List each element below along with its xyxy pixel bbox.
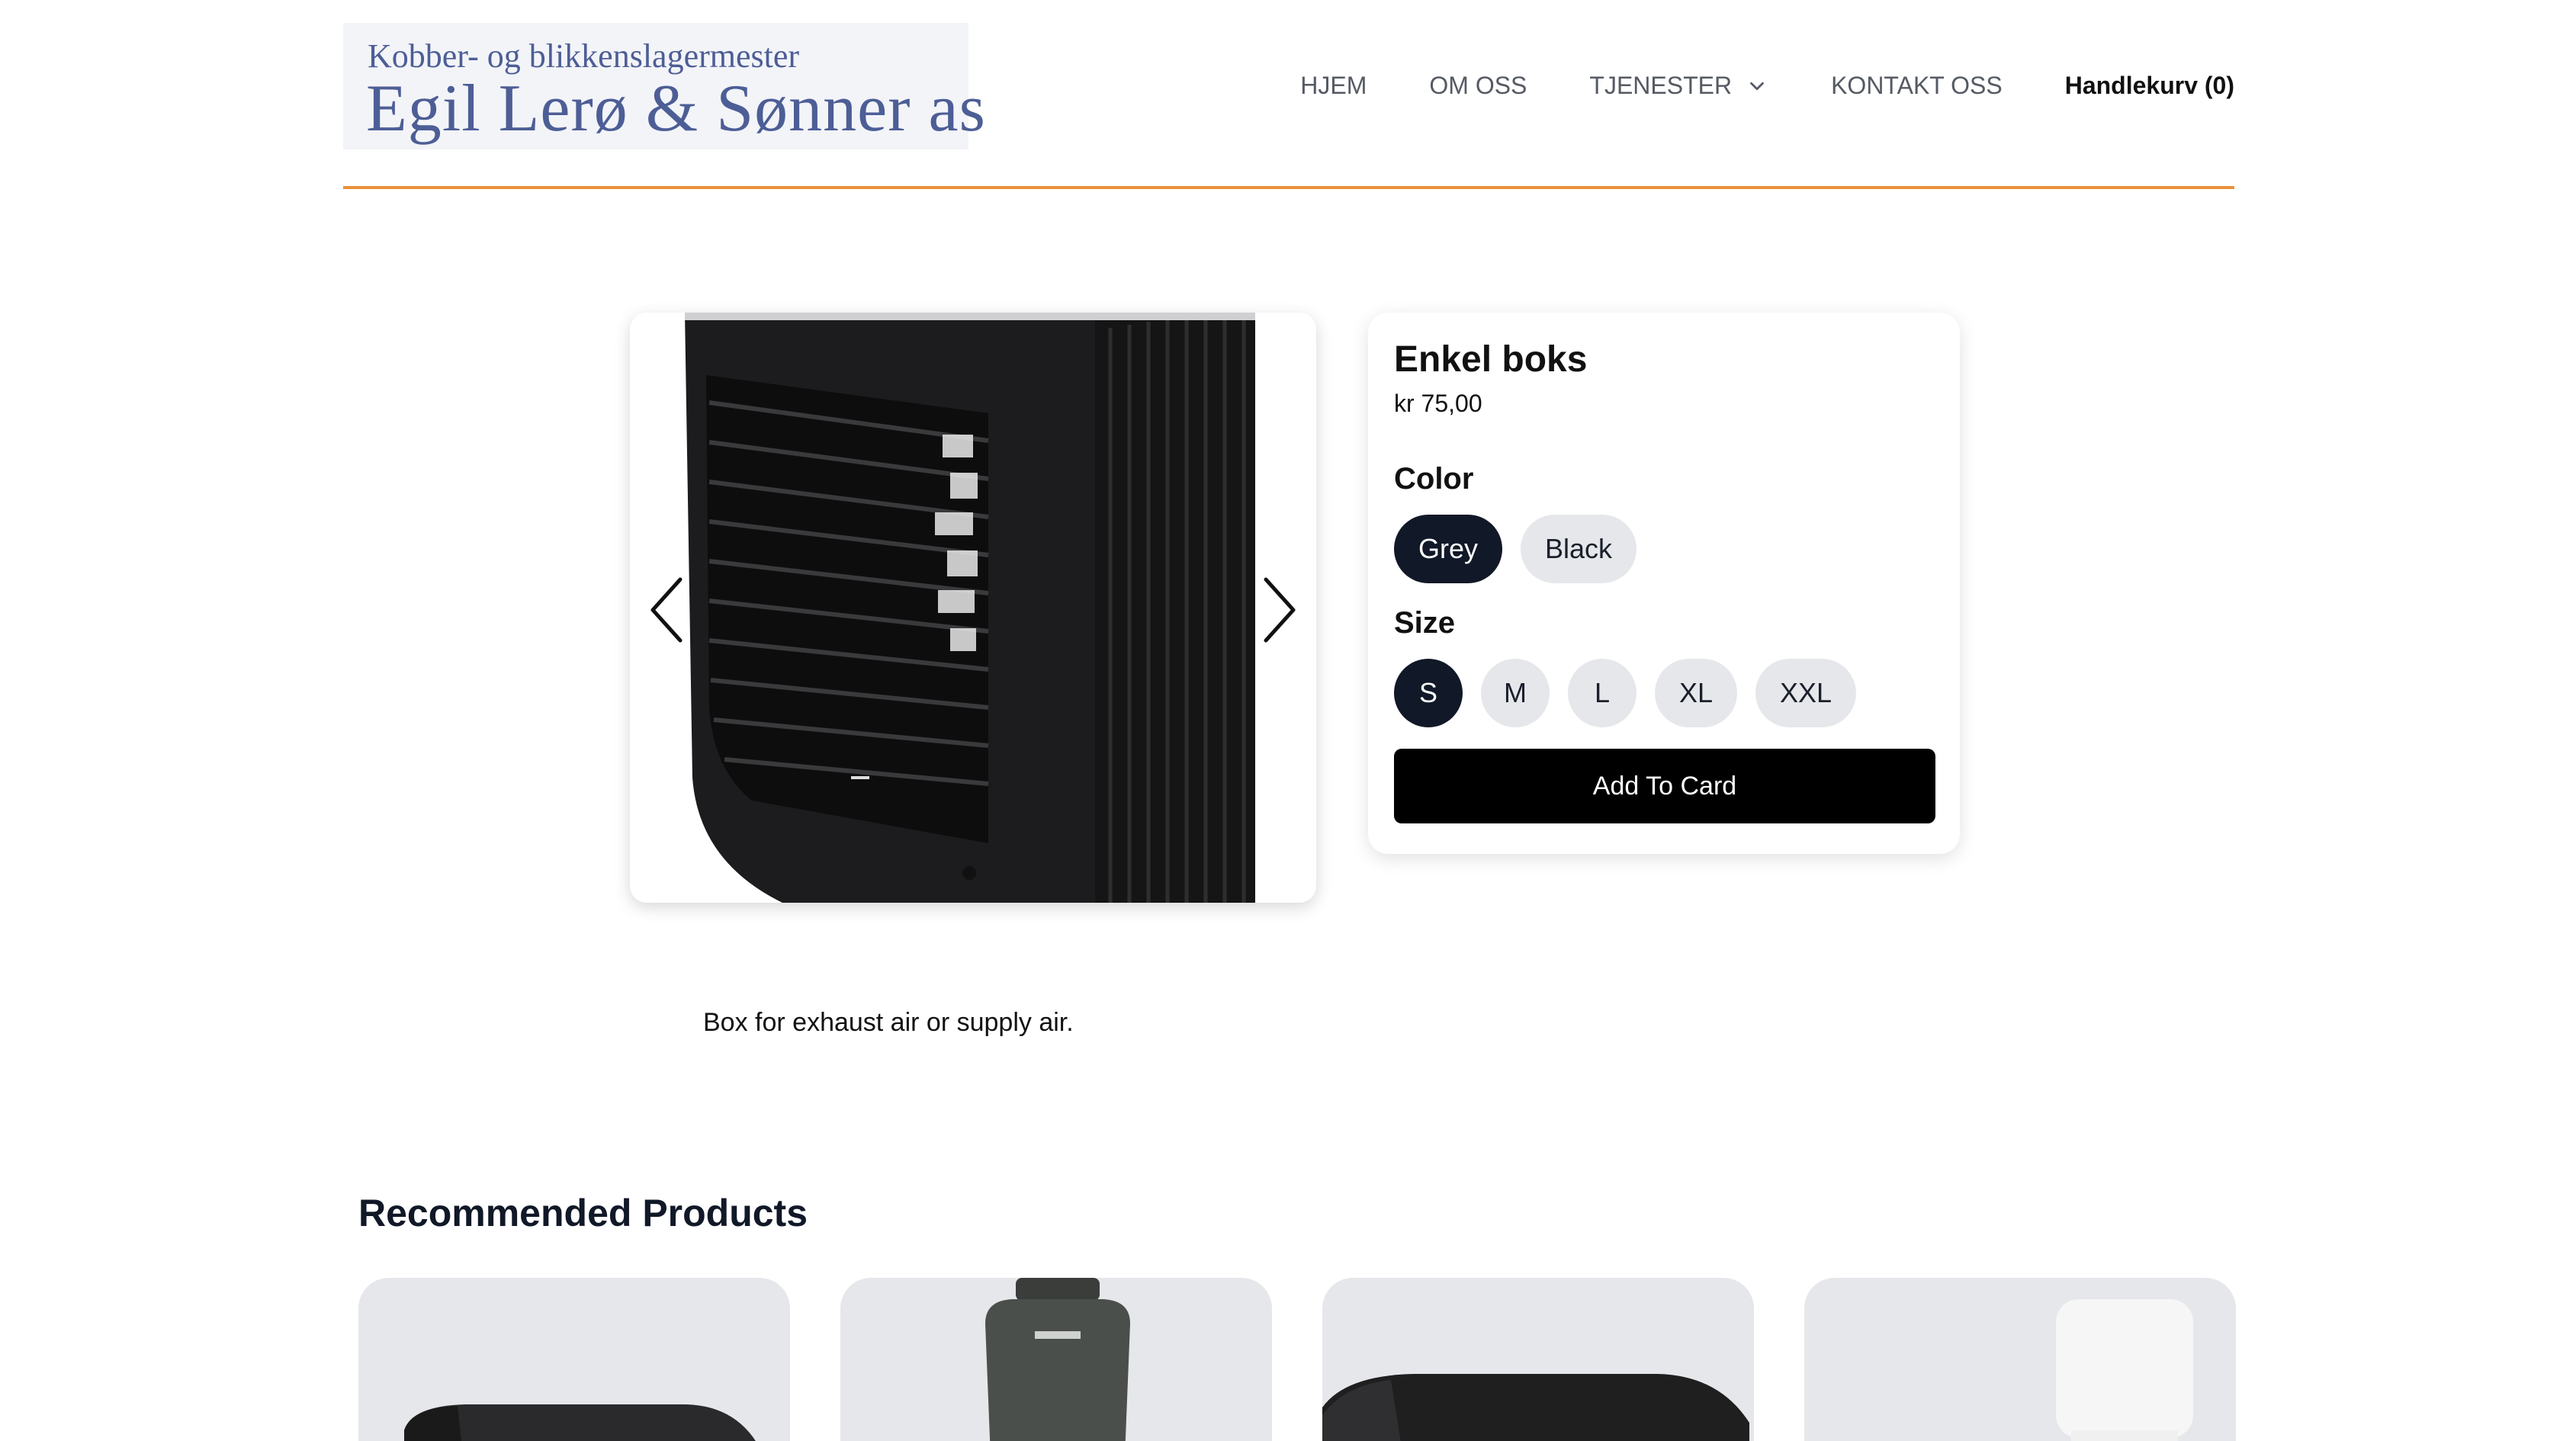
recommended-product-card[interactable] [358, 1278, 790, 1441]
color-option-grey[interactable]: Grey [1394, 515, 1503, 583]
logo[interactable]: Kobber- og blikkenslagermester Egil Lerø… [343, 23, 985, 149]
recommended-products [358, 1278, 2236, 1441]
color-label: Color [1394, 462, 1474, 496]
product-thumbnail [985, 1278, 1130, 1441]
recommended-heading: Recommended Products [358, 1192, 808, 1234]
size-option-s[interactable]: S [1394, 659, 1463, 727]
chevron-right-icon[interactable] [1252, 572, 1306, 648]
product-price: kr 75,00 [1394, 390, 1482, 417]
nav-services-label: TJENESTER [1589, 72, 1733, 99]
size-option-xl[interactable]: XL [1655, 659, 1737, 727]
carousel-dot[interactable] [962, 866, 976, 880]
site-header: Kobber- og blikkenslagermester Egil Lerø… [343, 23, 2234, 189]
recommended-product-card[interactable] [840, 1278, 1272, 1441]
nav-contact[interactable]: KONTAKT OSS [1831, 72, 2003, 100]
size-option-l[interactable]: L [1568, 659, 1636, 727]
size-option-m[interactable]: M [1481, 659, 1550, 727]
size-options: S M L XL XXL [1394, 659, 1934, 727]
product-image [685, 313, 1255, 903]
add-to-cart-button[interactable]: Add To Card [1394, 749, 1935, 823]
main-nav: HJEM OM OSS TJENESTER KONTAKT OSS Handle… [1300, 72, 2234, 100]
chevron-down-icon [1750, 82, 1764, 90]
nav-home[interactable]: HJEM [1300, 72, 1367, 100]
product-description: Box for exhaust air or supply air. [703, 1008, 1074, 1037]
product-thumbnail [1322, 1374, 1749, 1441]
product-title: Enkel boks [1394, 339, 1588, 380]
nav-services[interactable]: TJENESTER [1589, 72, 1768, 100]
nav-about[interactable]: OM OSS [1429, 72, 1527, 100]
chevron-left-icon[interactable] [641, 572, 694, 648]
color-option-black[interactable]: Black [1521, 515, 1637, 583]
product-thumbnail [404, 1404, 756, 1441]
size-option-xxl[interactable]: XXL [1755, 659, 1856, 727]
color-options: Grey Black [1394, 515, 1934, 583]
recommended-product-card[interactable] [1804, 1278, 2236, 1441]
product-thumbnail [2056, 1299, 2193, 1441]
cart-link[interactable]: Handlekurv (0) [2065, 72, 2234, 100]
logo-company-name: Egil Lerø & Sønner as [366, 72, 986, 146]
recommended-product-card[interactable] [1322, 1278, 1754, 1441]
product-image-carousel [630, 313, 1316, 903]
product-detail-card: Enkel boks kr 75,00 Color Grey Black Siz… [1368, 313, 1960, 854]
size-label: Size [1394, 606, 1456, 640]
